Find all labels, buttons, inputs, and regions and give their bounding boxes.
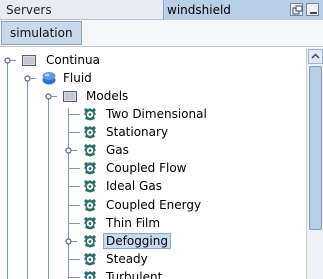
model-icon [82,251,98,267]
fluid-region-icon [41,70,57,86]
expand-handle-icon[interactable] [20,70,36,86]
model-icon [82,124,98,140]
tree-connector [68,132,80,134]
tree-node-models[interactable]: Models [0,87,306,105]
tree-label-model: Thin Film [106,215,161,230]
model-icon [82,233,98,249]
tree-node-model[interactable]: Stationary [0,123,306,141]
model-icon [82,178,98,194]
simulation-tree: Continua Fluid Models Two Dimensional Sta… [0,48,306,279]
tree-node-model[interactable]: Coupled Flow [0,159,306,177]
tree-label-continua: Continua [46,53,100,67]
tab-servers[interactable]: Servers [0,0,58,20]
model-icon [82,197,98,213]
tree-label-model: Coupled Flow [106,161,187,176]
toolbar: simulation [0,20,323,47]
tree-connector [68,258,80,260]
tree-node-model[interactable]: Steady [0,250,306,268]
expand-handle-icon[interactable] [61,142,77,158]
tree-node-model[interactable]: Coupled Energy [0,196,306,214]
tree-node-model[interactable]: Two Dimensional [0,105,306,123]
model-icon [82,269,98,279]
tree-label-model: Coupled Energy [106,197,202,212]
model-icon [82,160,98,176]
tree-connector [68,276,80,278]
tree-connector [68,204,80,206]
tree-node-model[interactable]: Ideal Gas [0,177,306,195]
minimize-window-icon[interactable] [306,3,319,16]
tree-connector [68,186,80,188]
tree-label-model: Gas [106,143,129,158]
tab-windshield[interactable]: windshield [163,0,323,20]
model-icon [82,106,98,122]
tree-node-model[interactable]: Gas [0,141,306,159]
tree-label-model: Turbulent [106,269,163,279]
folder-icon [62,88,78,104]
tree-label-model: Defogging [103,232,171,249]
scroll-up-arrow-icon[interactable] [308,49,323,64]
tree-node-model[interactable]: Defogging [0,232,306,250]
tree-node-model[interactable]: Turbulent [0,268,306,279]
expand-handle-icon[interactable] [41,88,57,104]
tree-label-model: Steady [106,251,148,266]
tree-node-model[interactable]: Thin Film [0,214,306,232]
tree-connector [68,168,80,170]
tree-label-models: Models [86,89,129,103]
scrollbar-thumb[interactable] [309,66,322,230]
tree-connector [68,114,80,115]
model-icon [82,142,98,158]
tree-label-fluid: Fluid [63,71,92,85]
tree-label-model: Ideal Gas [106,179,162,194]
folder-icon [21,52,37,68]
tree-label-model: Two Dimensional [106,107,207,121]
tree-node-continua[interactable]: Continua [0,51,306,69]
tree-connector [68,222,80,224]
tab-windshield-title: windshield [167,3,231,17]
tree-node-fluid[interactable]: Fluid [0,69,306,87]
expand-handle-icon[interactable] [0,52,16,68]
expand-handle-icon[interactable] [61,233,77,249]
vertical-scrollbar[interactable] [306,48,323,279]
simulation-tab[interactable]: simulation [1,21,82,45]
tab-bar: Servers windshield [0,0,323,20]
model-icon [82,215,98,231]
tree-label-model: Stationary [106,125,169,140]
restore-window-icon[interactable] [290,3,303,16]
